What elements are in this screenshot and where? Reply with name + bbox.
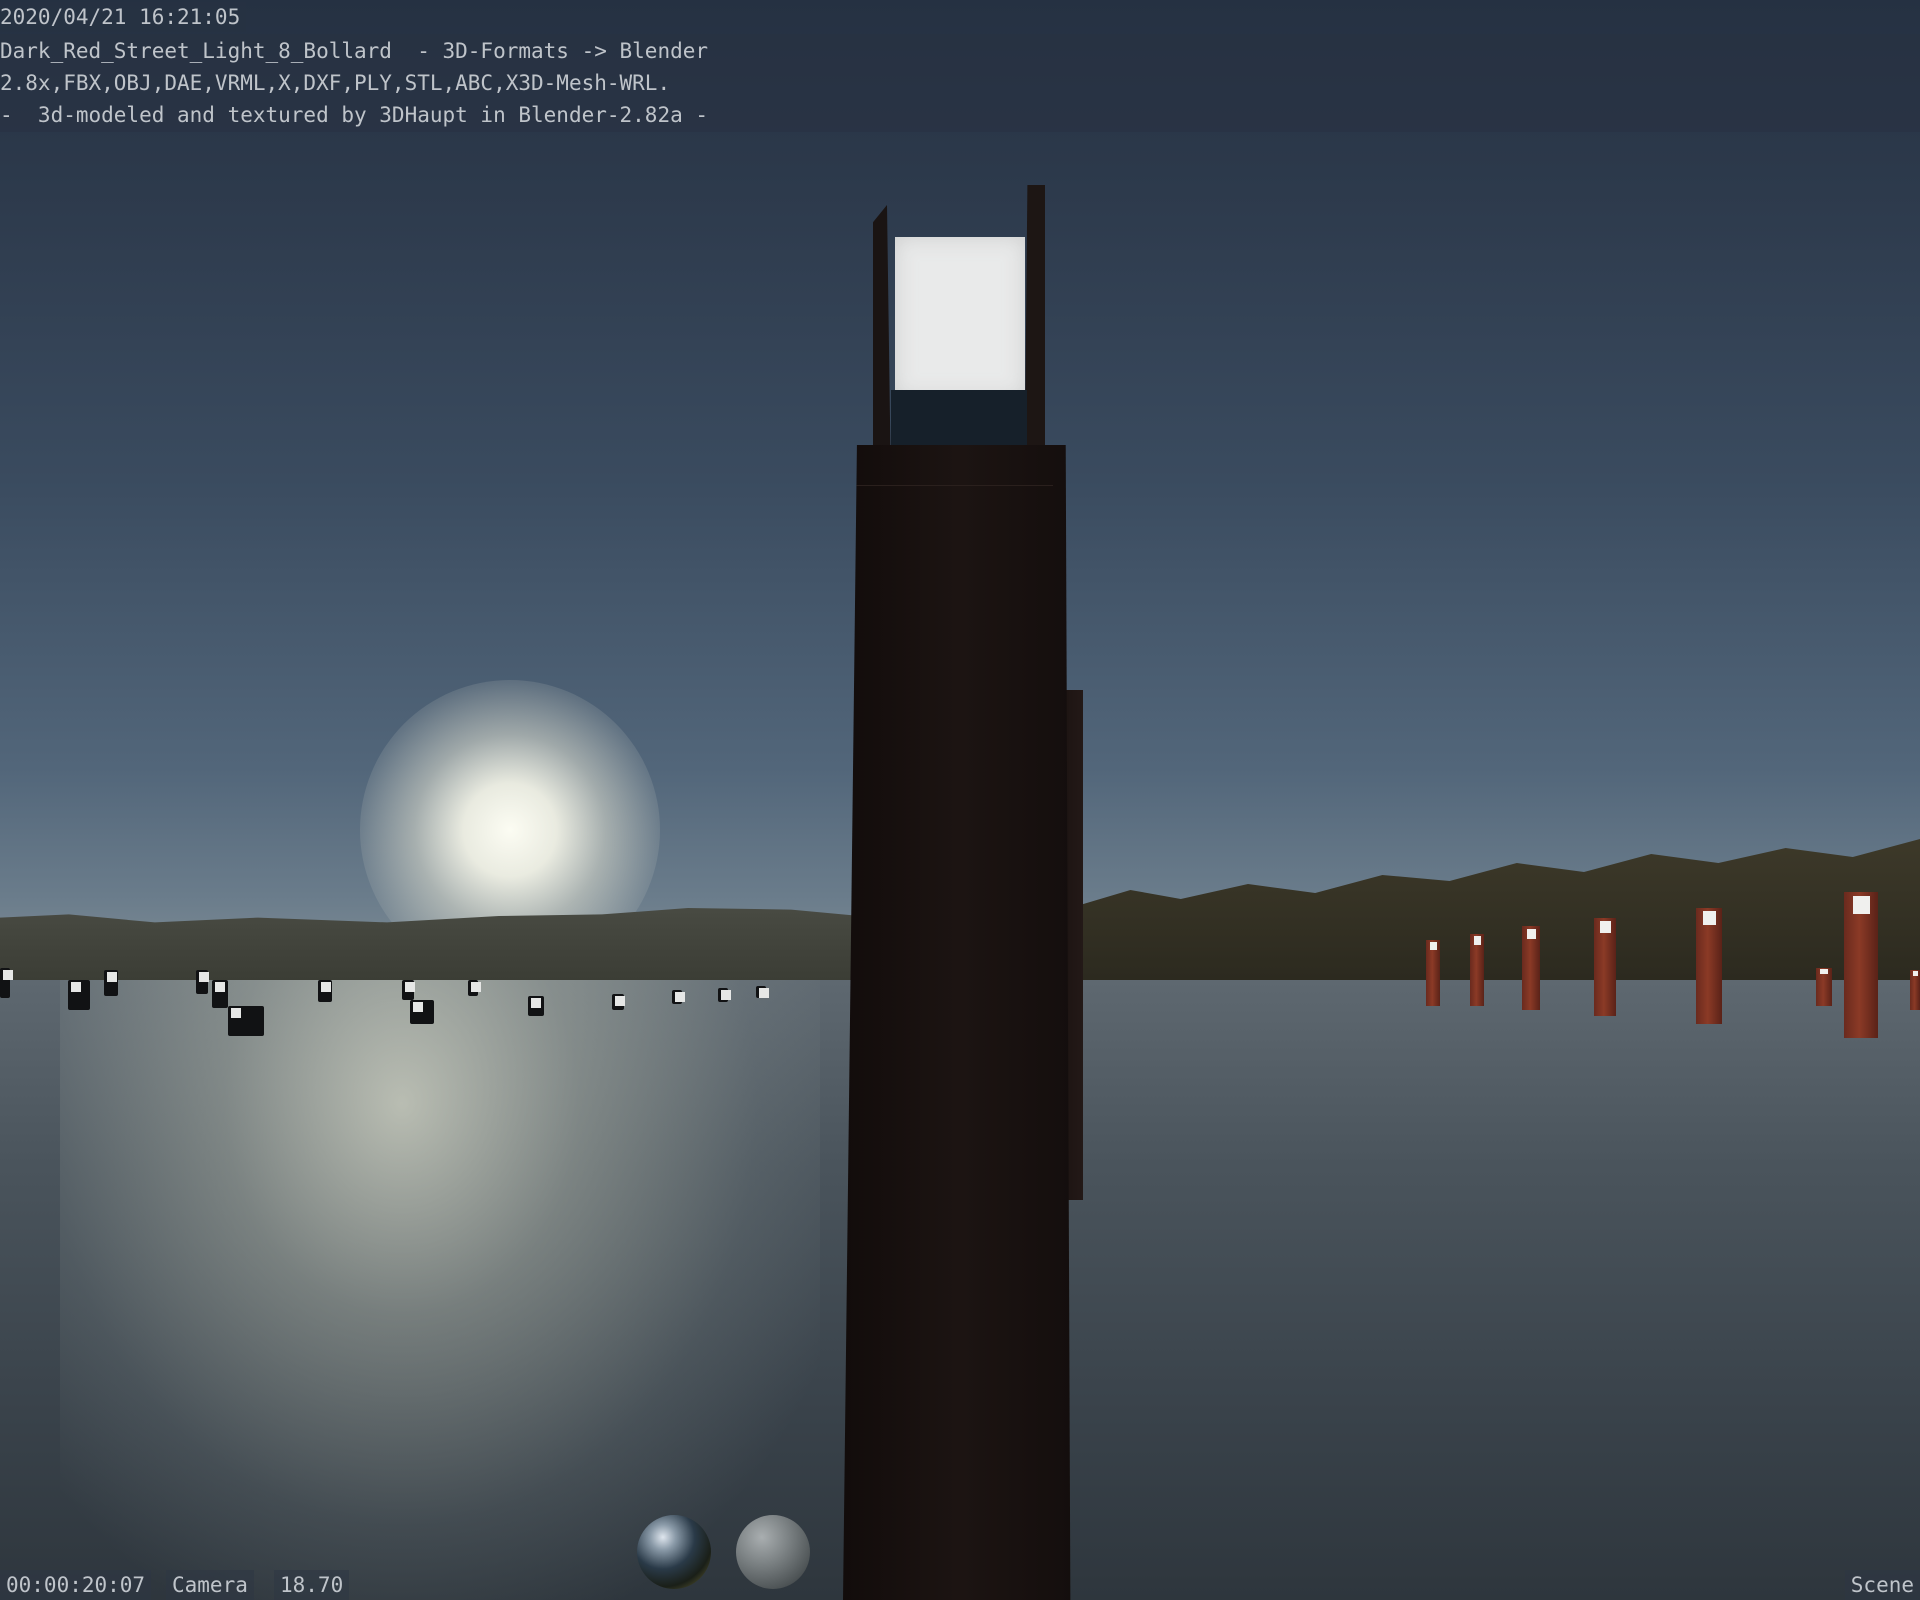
small-bollard	[756, 986, 769, 998]
red-bollard	[1696, 908, 1722, 1024]
red-bollard	[1816, 968, 1832, 1006]
small-bollard	[528, 996, 544, 1016]
small-bollard	[402, 980, 415, 1000]
small-bollard	[410, 1000, 434, 1024]
credit-line: - 3d-modeled and textured by 3DHaupt in …	[0, 103, 709, 127]
sun-reflection	[60, 980, 820, 1600]
small-bollard	[68, 980, 90, 1010]
red-bollard	[1844, 892, 1878, 1038]
bollard-lamp-panel	[895, 237, 1025, 397]
small-bollard	[318, 980, 332, 1002]
focal-length: 18.70	[274, 1570, 350, 1600]
small-bollard	[212, 980, 228, 1008]
scene-name: Scene	[1844, 1570, 1920, 1600]
matcap-diffuse-sphere-icon	[736, 1515, 810, 1589]
bollard-body	[843, 445, 1071, 1600]
cornfield	[1080, 839, 1920, 980]
red-bollard	[1426, 940, 1440, 1006]
small-bollard	[718, 988, 731, 1002]
matcap-reflective-sphere-icon	[637, 1515, 711, 1589]
red-bollard	[1910, 970, 1920, 1010]
camera-name: Camera	[166, 1570, 254, 1600]
red-bollard	[1470, 934, 1484, 1006]
small-bollard	[612, 994, 625, 1010]
title-line: Dark_Red_Street_Light_8_Bollard - 3D-For…	[0, 39, 709, 63]
small-bollard	[0, 968, 13, 998]
small-bollard	[672, 990, 685, 1004]
timestamp-box: 2020/04/21 16:21:05	[0, 2, 247, 32]
small-bollard	[196, 970, 209, 994]
red-bollard	[1522, 926, 1540, 1010]
small-bollard	[228, 1006, 264, 1036]
render-viewport	[0, 0, 1920, 1600]
small-bollard	[104, 970, 118, 996]
formats-line: 2.8x,FBX,OBJ,DAE,VRML,X,DXF,PLY,STL,ABC,…	[0, 71, 671, 95]
frame-time: 00:00:20:07	[0, 1570, 152, 1600]
small-bollard	[468, 980, 481, 996]
bollard-lamp-base	[891, 390, 1027, 445]
timestamp: 2020/04/21 16:21:05	[0, 5, 241, 29]
main-bollard	[843, 185, 1075, 1600]
red-bollard	[1594, 918, 1616, 1016]
